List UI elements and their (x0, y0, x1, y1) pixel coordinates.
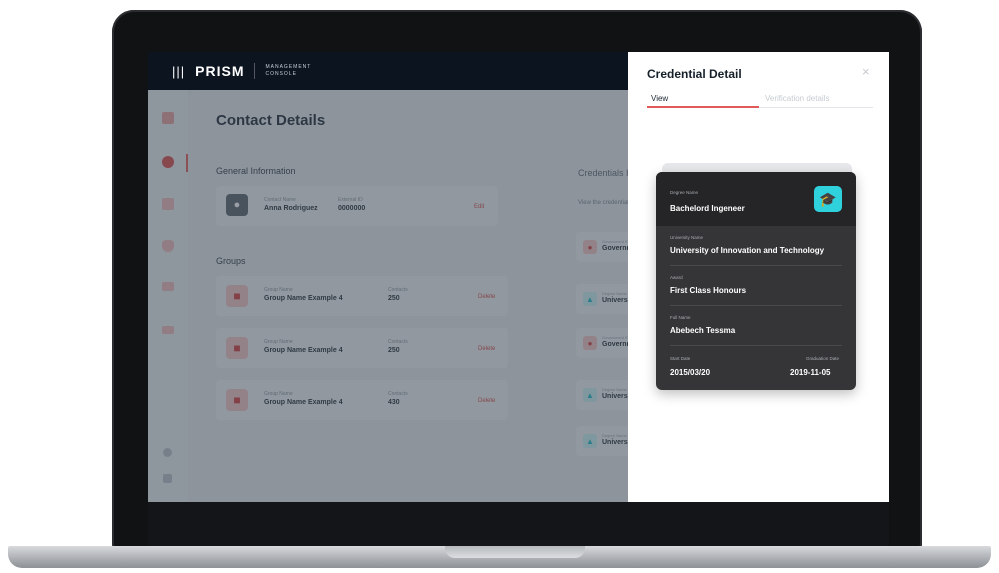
group-row[interactable]: ■ Group Name Group Name Example 4 Contac… (216, 380, 508, 420)
contact-card: ● Contact Name Anna Rodriguez External I… (216, 186, 498, 226)
fullname-label: Full Name (670, 315, 691, 320)
tab-verification-details[interactable]: Verification details (765, 94, 829, 103)
delete-button[interactable]: Delete (478, 398, 495, 404)
contacts-count: 250 (388, 295, 400, 302)
group-icon: ■ (226, 337, 248, 359)
university-row: University Name University of Innovation… (670, 226, 842, 266)
graduation-cap-icon: ▲ (583, 388, 597, 402)
group-row[interactable]: ■ Group Name Group Name Example 4 Contac… (216, 328, 508, 368)
university-name: University of Innovation and Technology (670, 246, 825, 255)
avatar: ● (226, 194, 248, 216)
active-tab-indicator (647, 106, 759, 108)
group-name: Group Name Example 4 (264, 295, 343, 302)
degree-name: Bachelord Ingeneer (670, 204, 745, 213)
contact-name: Anna Rodriguez (264, 205, 318, 212)
award-row: Award First Class Honours (670, 266, 842, 306)
external-id-label: External ID (338, 197, 363, 203)
degree-label: Degree Name (670, 190, 699, 195)
sidebar (148, 90, 188, 502)
credential-label: Government ID (602, 239, 630, 244)
credential-label: Degree Name (602, 433, 627, 438)
credential-card-header: Degree Name Bachelord Ingeneer 🎓 (656, 172, 856, 226)
settings-icon[interactable] (163, 448, 172, 457)
credential-detail-drawer: Credential Detail × View Verification de… (628, 52, 889, 502)
logo-divider (254, 63, 256, 79)
group-icon: ■ (226, 389, 248, 411)
university-label: University Name (670, 235, 704, 240)
graduation-cap-icon: ▲ (583, 434, 597, 448)
laptop-bezel (148, 502, 889, 546)
graduation-cap-icon: 🎓 (814, 186, 842, 212)
logo-subtitle: MANAGEMENT CONSOLE (265, 64, 311, 78)
credential-label: Government ID (602, 335, 630, 340)
award-value: First Class Honours (670, 286, 747, 295)
graduation-date-label: Graduation Date (806, 356, 840, 361)
contacts-label: Contacts (388, 287, 408, 293)
credential-label: Degree Name (602, 387, 627, 392)
group-icon: ■ (226, 285, 248, 307)
app-logo[interactable]: ||| PRISM MANAGEMENT CONSOLE (172, 63, 311, 79)
award-label: Award (670, 275, 683, 280)
app-background: Contact Details General Information ● Co… (148, 90, 676, 502)
graduation-cap-icon: ▲ (583, 292, 597, 306)
laptop-notch (445, 546, 585, 558)
shield-icon[interactable] (162, 240, 174, 252)
edit-button[interactable]: Edit (474, 204, 484, 210)
logout-icon[interactable] (163, 474, 172, 483)
logo-sub-line1: MANAGEMENT (265, 64, 312, 70)
templates-icon[interactable] (162, 326, 174, 334)
general-info-title: General Information (216, 166, 296, 176)
contacts-icon[interactable] (162, 156, 174, 168)
contacts-count: 430 (388, 399, 400, 406)
logo-name: PRISM (195, 63, 245, 79)
external-id: 0000000 (338, 205, 366, 212)
delete-button[interactable]: Delete (478, 294, 495, 300)
contacts-label: Contacts (388, 391, 408, 397)
main-panel: Contact Details General Information ● Co… (188, 90, 676, 502)
screen: ||| PRISM MANAGEMENT CONSOLE Contact Det… (148, 52, 889, 502)
group-name-label: Group Name (264, 287, 293, 293)
close-icon[interactable]: × (862, 64, 870, 79)
contacts-label: Contacts (388, 339, 408, 345)
delete-button[interactable]: Delete (478, 346, 495, 352)
group-name-label: Group Name (264, 339, 293, 345)
dashboard-icon[interactable] (162, 112, 174, 124)
list-icon[interactable] (162, 282, 174, 291)
contacts-count: 250 (388, 347, 400, 354)
logo-mark-icon: ||| (172, 63, 186, 79)
credential-card: Degree Name Bachelord Ingeneer 🎓 Univers… (656, 172, 856, 390)
group-name-label: Group Name (264, 391, 293, 397)
group-name: Group Name Example 4 (264, 347, 343, 354)
fullname-value: Abebech Tessma (670, 326, 736, 335)
government-id-icon: ● (583, 240, 597, 254)
drawer-tabs: View Verification details (647, 94, 873, 108)
groups-icon[interactable] (162, 198, 174, 210)
graduation-date: 2019-11-05 (790, 368, 831, 377)
credential-label: Degree Name (602, 291, 627, 296)
contact-name-label: Contact Name (264, 197, 296, 203)
government-id-icon: ● (583, 336, 597, 350)
group-name: Group Name Example 4 (264, 399, 343, 406)
start-date: 2015/03/20 (670, 368, 711, 377)
fullname-row: Full Name Abebech Tessma (670, 306, 842, 346)
groups-title: Groups (216, 256, 246, 266)
drawer-title: Credential Detail (647, 67, 742, 81)
group-row[interactable]: ■ Group Name Group Name Example 4 Contac… (216, 276, 508, 316)
logo-sub-line2: CONSOLE (265, 71, 297, 77)
start-date-label: Start Date (670, 356, 691, 361)
page-title: Contact Details (216, 112, 326, 129)
tab-view[interactable]: View (651, 94, 668, 103)
